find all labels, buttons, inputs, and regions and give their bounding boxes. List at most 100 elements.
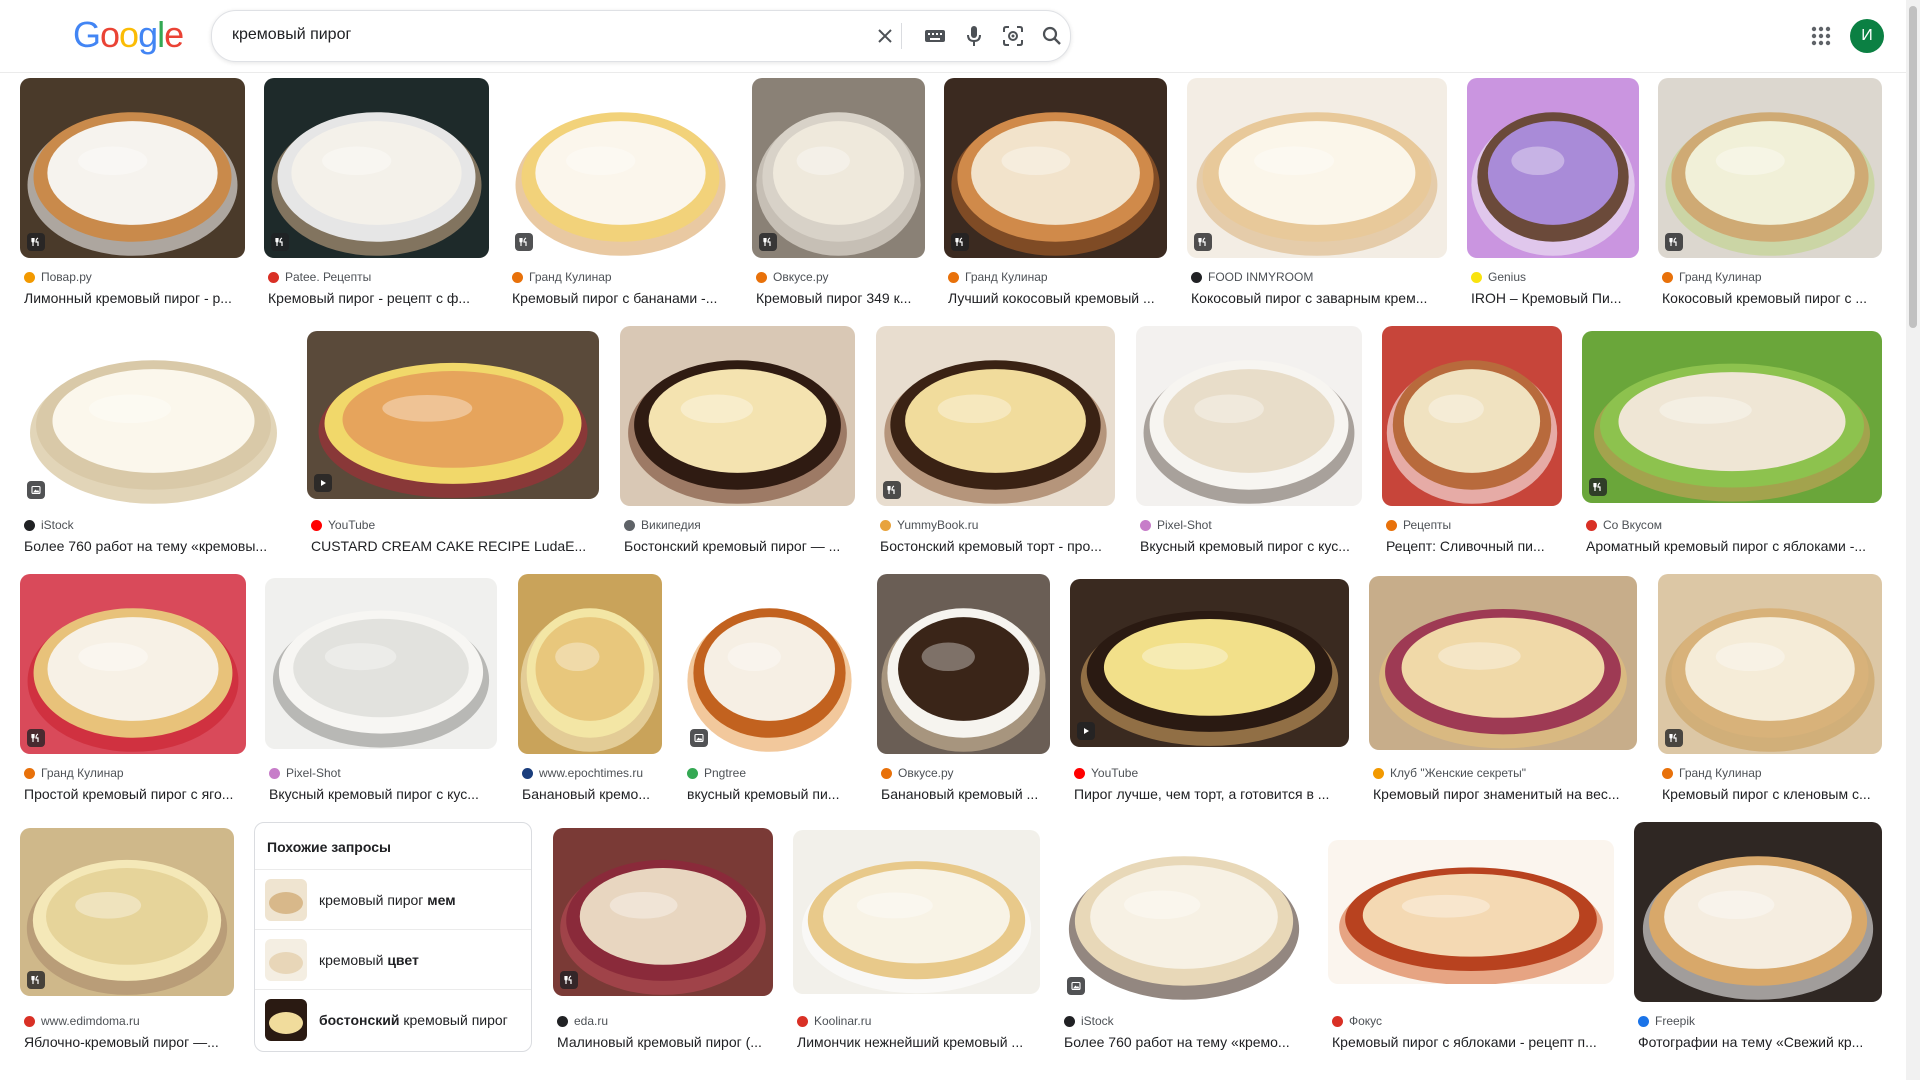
result-thumbnail[interactable]: [793, 830, 1040, 994]
result-thumbnail[interactable]: [1658, 574, 1882, 754]
result-title[interactable]: Банановый кремовый ...: [881, 784, 1050, 804]
result-title[interactable]: Яблочно-кремовый пирог —...: [24, 1032, 234, 1052]
image-result[interactable]: Со Вкусом Ароматный кремовый пирог с ябло…: [1582, 331, 1882, 559]
result-title[interactable]: CUSTARD CREAM CAKE RECIPE LudaE...: [311, 536, 599, 556]
result-thumbnail[interactable]: [553, 828, 773, 996]
result-source[interactable]: Genius: [1471, 269, 1639, 285]
lens-icon[interactable]: [1000, 23, 1026, 49]
image-result[interactable]: Овкусе.ру Банановый кремовый ...: [877, 574, 1050, 807]
result-thumbnail[interactable]: [265, 578, 497, 749]
result-thumbnail[interactable]: [1369, 576, 1637, 750]
result-thumbnail[interactable]: [876, 326, 1115, 506]
result-source[interactable]: Овкусе.ру: [881, 765, 1050, 781]
image-result[interactable]: Фокус Кремовый пирог с яблоками - рецепт …: [1328, 840, 1614, 1055]
result-thumbnail[interactable]: [20, 828, 234, 996]
result-title[interactable]: Кремовый пирог с бананами -...: [512, 288, 733, 308]
image-result[interactable]: Википедия Бостонский кремовый пирог — ...: [620, 326, 855, 559]
related-search-item[interactable]: бостонский кремовый пирог: [255, 989, 531, 1049]
image-result[interactable]: Гранд Кулинар Кремовый пирог с бананами -…: [508, 78, 733, 311]
result-title[interactable]: Кремовый пирог 349 к...: [756, 288, 925, 308]
result-source[interactable]: YouTube: [311, 517, 599, 533]
result-title[interactable]: Банановый кремо...: [522, 784, 662, 804]
result-thumbnail[interactable]: [1136, 326, 1362, 506]
result-source[interactable]: iStock: [24, 517, 287, 533]
related-search-item[interactable]: кремовый пирог мем: [255, 869, 531, 929]
result-thumbnail[interactable]: [944, 78, 1167, 258]
search-box[interactable]: кремовый пирог: [211, 10, 1071, 62]
image-result[interactable]: Повар.ру Лимонный кремовый пирог - р...: [20, 78, 245, 311]
image-result[interactable]: YummyBook.ru Бостонский кремовый торт - п…: [876, 326, 1115, 559]
result-thumbnail[interactable]: [1328, 840, 1614, 984]
result-title[interactable]: IROH – Кремовый Пи...: [1471, 288, 1639, 308]
result-title[interactable]: Бостонский кремовый торт - про...: [880, 536, 1115, 556]
result-thumbnail[interactable]: [1467, 78, 1639, 258]
result-source[interactable]: Овкусе.ру: [756, 269, 925, 285]
search-icon[interactable]: [1039, 23, 1065, 49]
related-search-item[interactable]: кремовый цвет: [255, 929, 531, 989]
image-result[interactable]: YouTube Пирог лучше, чем торт, а готовитс…: [1070, 579, 1349, 807]
image-result[interactable]: Гранд Кулинар Простой кремовый пирог с яг…: [20, 574, 246, 807]
image-result[interactable]: YouTube CUSTARD CREAM CAKE RECIPE LudaE..…: [307, 331, 599, 559]
result-source[interactable]: Со Вкусом: [1586, 517, 1882, 533]
result-source[interactable]: Гранд Кулинар: [24, 765, 246, 781]
result-source[interactable]: iStock: [1064, 1013, 1308, 1029]
result-title[interactable]: Кремовый пирог знаменитый на вес...: [1373, 784, 1637, 804]
mic-icon[interactable]: [961, 23, 987, 49]
result-title[interactable]: Кокосовый пирог с заварным крем...: [1191, 288, 1447, 308]
result-title[interactable]: Вкусный кремовый пирог с кус...: [269, 784, 497, 804]
result-title[interactable]: Кремовый пирог - рецепт с ф...: [268, 288, 489, 308]
result-title[interactable]: Простой кремовый пирог с яго...: [24, 784, 246, 804]
result-thumbnail[interactable]: [752, 78, 925, 258]
result-thumbnail[interactable]: [1634, 822, 1882, 1002]
result-thumbnail[interactable]: [264, 78, 489, 258]
image-result[interactable]: Гранд Кулинар Лучший кокосовый кремовый .…: [944, 78, 1167, 311]
image-result[interactable]: www.epochtimes.ru Банановый кремо...: [518, 574, 662, 807]
result-title[interactable]: Кокосовый кремовый пирог с ...: [1662, 288, 1882, 308]
image-result[interactable]: FOOD INMYROOM Кокосовый пирог с заварным …: [1187, 78, 1447, 311]
result-source[interactable]: Koolinar.ru: [797, 1013, 1040, 1029]
result-source[interactable]: Гранд Кулинар: [948, 269, 1167, 285]
image-result[interactable]: Genius IROH – Кремовый Пи...: [1467, 78, 1639, 311]
image-result[interactable]: Pixel-Shot Вкусный кремовый пирог с кус..…: [265, 578, 497, 807]
image-result[interactable]: eda.ru Малиновый кремовый пирог (...: [553, 828, 773, 1055]
image-result[interactable]: Рецепты Рецепт: Сливочный пи...: [1382, 326, 1562, 559]
result-source[interactable]: Pixel-Shot: [269, 765, 497, 781]
result-source[interactable]: Pngtree: [687, 765, 856, 781]
result-title[interactable]: Более 760 работ на тему «кремо...: [1064, 1032, 1308, 1052]
image-result[interactable]: www.edimdoma.ru Яблочно-кремовый пирог —.…: [20, 828, 234, 1055]
result-title[interactable]: Кремовый пирог с яблоками - рецепт п...: [1332, 1032, 1614, 1052]
result-title[interactable]: вкусный кремовый пи...: [687, 784, 856, 804]
result-title[interactable]: Лимонный кремовый пирог - р...: [24, 288, 245, 308]
result-thumbnail[interactable]: [1582, 331, 1882, 503]
result-source[interactable]: www.edimdoma.ru: [24, 1013, 234, 1029]
result-source[interactable]: Гранд Кулинар: [1662, 765, 1882, 781]
result-title[interactable]: Малиновый кремовый пирог (...: [557, 1032, 773, 1052]
result-source[interactable]: Patee. Рецепты: [268, 269, 489, 285]
result-thumbnail[interactable]: [620, 326, 855, 506]
result-source[interactable]: Клуб "Женские секреты": [1373, 765, 1637, 781]
result-title[interactable]: Ароматный кремовый пирог с яблоками -...: [1586, 536, 1882, 556]
image-result[interactable]: Patee. Рецепты Кремовый пирог - рецепт с …: [264, 78, 489, 311]
result-thumbnail[interactable]: [518, 574, 662, 754]
result-title[interactable]: Рецепт: Сливочный пи...: [1386, 536, 1562, 556]
result-title[interactable]: Кремовый пирог с кленовым с...: [1662, 784, 1882, 804]
result-source[interactable]: FOOD INMYROOM: [1191, 269, 1447, 285]
result-title[interactable]: Вкусный кремовый пирог с кус...: [1140, 536, 1362, 556]
result-thumbnail[interactable]: [508, 78, 733, 258]
result-source[interactable]: Повар.ру: [24, 269, 245, 285]
result-thumbnail[interactable]: [877, 574, 1050, 754]
image-result[interactable]: Pixel-Shot Вкусный кремовый пирог с кус..…: [1136, 326, 1362, 559]
result-source[interactable]: Freepik: [1638, 1013, 1882, 1029]
image-result[interactable]: iStock Более 760 работ на тему «кремо...: [1060, 822, 1308, 1055]
search-input[interactable]: кремовый пирог: [232, 26, 351, 44]
result-source[interactable]: YouTube: [1074, 765, 1349, 781]
result-thumbnail[interactable]: [20, 574, 246, 754]
result-thumbnail[interactable]: [1658, 78, 1882, 258]
result-source[interactable]: Гранд Кулинар: [1662, 269, 1882, 285]
result-source[interactable]: Pixel-Shot: [1140, 517, 1362, 533]
result-title[interactable]: Лимончик нежнейший кремовый ...: [797, 1032, 1040, 1052]
image-result[interactable]: iStock Более 760 работ на тему «кремовы..…: [20, 326, 287, 559]
image-result[interactable]: Koolinar.ru Лимончик нежнейший кремовый .…: [793, 830, 1040, 1055]
image-result[interactable]: Гранд Кулинар Кокосовый кремовый пирог с …: [1658, 78, 1882, 311]
result-source[interactable]: Гранд Кулинар: [512, 269, 733, 285]
